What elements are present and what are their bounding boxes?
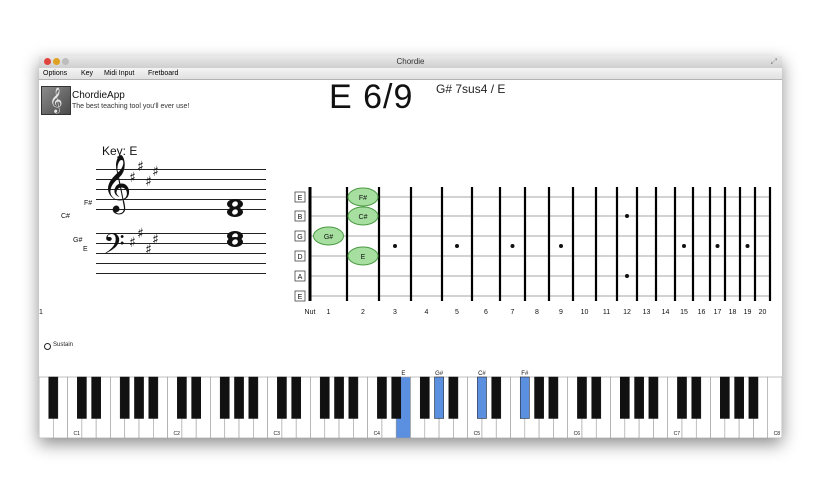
fingered-note-label: C# [359,214,368,221]
fret-inlay-dot [455,244,459,248]
piano-black-key[interactable] [148,376,159,419]
fret-number-label: 7 [511,309,515,316]
piano-black-key[interactable] [391,376,402,419]
fret-number-label: 10 [581,309,589,316]
string-label: G [297,234,302,241]
octave-label: C2 [174,431,181,437]
octave-label: C1 [74,431,81,437]
piano-black-key[interactable] [234,376,244,419]
octave-label: C5 [474,431,481,437]
piano-black-key[interactable] [277,376,287,419]
fret-inlay-dot [510,244,515,248]
fret-number-label: 2 [361,309,365,316]
piano-black-key[interactable] [291,376,302,419]
fret-number-label: Nut [305,309,316,316]
piano-black-key[interactable] [748,376,759,419]
piano-black-key[interactable] [720,376,730,419]
piano-black-key[interactable] [477,376,487,419]
piano-black-key[interactable] [677,376,687,419]
piano-black-key[interactable] [48,376,59,419]
active-key-label: E [401,371,405,377]
fret-number-label: 17 [714,309,722,316]
piano-black-key[interactable] [334,376,344,419]
string-label: A [298,274,303,281]
octave-label: C3 [274,431,281,437]
app-window: Chordie ⤢ Options Key Midi Input Fretboa… [39,56,782,438]
piano-black-key[interactable] [519,376,530,419]
fret-inlay-dot [393,244,397,248]
fret-number-label: 5 [455,309,459,316]
piano-black-key[interactable] [91,376,101,419]
fret-inlay-dot [682,244,686,248]
piano-black-key[interactable] [319,376,330,419]
piano-black-key[interactable] [134,376,144,419]
piano-black-key[interactable] [534,376,544,419]
string-label: E [298,195,303,202]
piano-black-key[interactable] [177,376,187,419]
fret-number-label: 13 [643,309,651,316]
octave-label: C4 [374,431,381,437]
piano-black-key[interactable] [219,376,230,419]
fret-number-label: 20 [759,309,767,316]
piano-black-key[interactable] [248,376,259,419]
piano-black-key[interactable] [448,376,459,419]
piano-black-key[interactable] [620,376,630,419]
fret-inlay-dot [625,214,629,218]
string-label: D [297,254,302,261]
fret-number-label: 1 [327,309,331,316]
string-label: E [298,294,303,301]
fret-number-label: 21 [39,309,43,316]
fret-number-label: 8 [535,309,539,316]
piano-white-key[interactable] [767,376,782,438]
active-key-label: C# [478,371,486,377]
fret-number-label: 3 [393,309,397,316]
piano-black-key[interactable] [691,376,702,419]
fret-number-label: 16 [698,309,706,316]
piano-black-key[interactable] [634,376,644,419]
active-key-label: G# [435,371,444,377]
fret-number-label: 15 [680,309,688,316]
piano-black-key[interactable] [491,376,502,419]
piano-black-key[interactable] [119,376,130,419]
piano-black-key[interactable] [734,376,744,419]
fret-number-label: 19 [744,309,752,316]
piano-black-key[interactable] [591,376,602,419]
piano-black-key[interactable] [648,376,659,419]
fret-inlay-dot [745,244,750,248]
piano-black-key[interactable] [191,376,201,419]
piano-black-key[interactable] [419,376,430,419]
octave-label: C8 [774,431,781,437]
fret-inlay-dot [625,274,629,278]
fretboard-and-keyboard: EBGDAENut 1 2 3 4 5 6 7 8 9 10 11 12 13 14 15 16 17 18 19 20… [39,187,782,438]
fret-number-label: 14 [662,309,670,316]
fret-number-label: 12 [623,309,631,316]
piano-black-key[interactable] [577,376,587,419]
active-key-label: F# [521,371,529,377]
octave-label: C6 [574,431,581,437]
fingered-note-label: G# [324,234,333,241]
fingered-note-label: E [361,254,366,261]
fingered-note-label: F# [359,195,367,202]
piano-black-key[interactable] [548,376,559,419]
piano-black-key[interactable] [377,376,387,419]
fret-number-label: 18 [729,309,737,316]
fret-number-label: 6 [484,309,488,316]
piano-black-key[interactable] [348,376,359,419]
string-label: B [298,214,303,221]
fret-inlay-dot [559,244,563,248]
fret-number-label: 11 [603,309,610,316]
piano-black-key[interactable] [77,376,87,419]
fret-number-label: 9 [559,309,563,316]
octave-label: C7 [674,431,681,437]
piano-black-key[interactable] [434,376,444,419]
fret-number-label: 4 [425,309,429,316]
fret-inlay-dot [715,244,720,248]
